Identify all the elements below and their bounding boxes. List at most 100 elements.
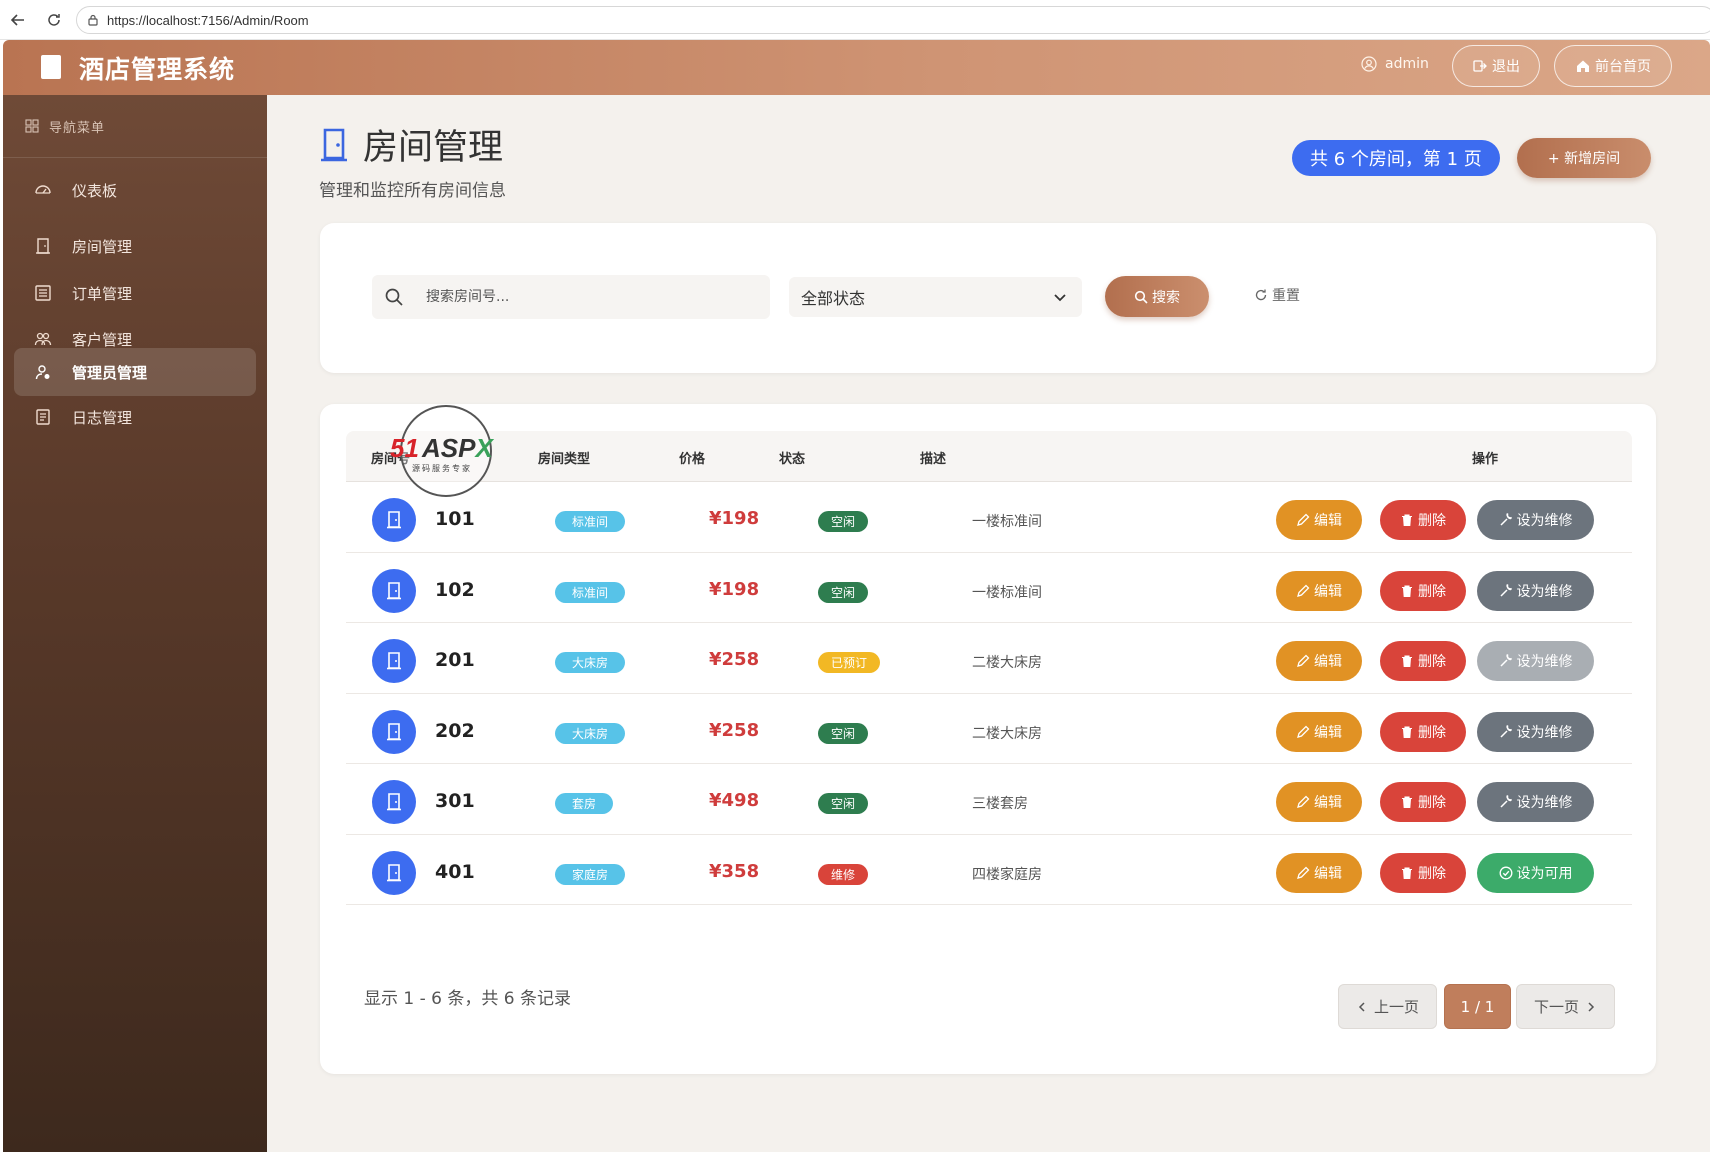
wrench-icon <box>1499 724 1513 739</box>
room-avatar <box>372 498 416 542</box>
delete-button[interactable]: 删除 <box>1380 641 1466 681</box>
delete-button[interactable]: 删除 <box>1380 500 1466 540</box>
col-room-type: 房间类型 <box>538 452 591 467</box>
delete-button[interactable]: 删除 <box>1380 570 1466 611</box>
door-icon <box>385 792 403 812</box>
delete-button[interactable]: 删除 <box>1380 711 1466 752</box>
user-icon <box>1361 56 1377 72</box>
wrench-icon <box>1499 654 1513 668</box>
room-price: ¥258 <box>709 719 760 741</box>
delete-button[interactable]: 删除 <box>1380 852 1466 893</box>
sidebar-item-logs[interactable]: 日志管理 <box>14 393 256 441</box>
edit-button[interactable]: 编辑 <box>1276 500 1362 540</box>
room-price: ¥198 <box>709 578 760 600</box>
watermark-brand-number: 51 <box>390 433 419 463</box>
prev-page-button[interactable]: 上一页 <box>1338 984 1437 1029</box>
current-user: admin <box>1361 56 1429 72</box>
room-description: 二楼大床房 <box>972 655 1042 671</box>
pencil-icon <box>1296 584 1310 598</box>
room-description: 一楼标准间 <box>972 584 1042 601</box>
watermark-brand-text: ASPX <box>422 433 493 463</box>
sidebar: 导航菜单 仪表板 房间管理 订单管理 客户管理 管理员管理 日志管理 <box>3 95 267 1152</box>
customers-icon <box>34 330 52 348</box>
edit-button[interactable]: 编辑 <box>1276 852 1362 893</box>
edit-button[interactable]: 编辑 <box>1276 782 1362 822</box>
room-price: ¥258 <box>709 649 760 670</box>
page-heading: 房间管理 管理和监控所有房间信息 <box>319 119 506 201</box>
room-type-badge: 大床房 <box>555 722 626 744</box>
reload-icon[interactable] <box>42 8 66 32</box>
table-row: 202 大床房 ¥258 空闲 二楼大床房 编辑 删除 设为维修 <box>346 694 1632 764</box>
hotel-logo-icon <box>41 55 61 79</box>
back-icon[interactable] <box>6 8 30 32</box>
edit-button[interactable]: 编辑 <box>1276 570 1362 611</box>
reset-button[interactable]: 重置 <box>1254 285 1300 305</box>
room-description: 三楼套房 <box>972 796 1028 812</box>
set-maintenance-button[interactable]: 设为维修 <box>1477 641 1594 681</box>
edit-button[interactable]: 编辑 <box>1276 641 1362 681</box>
trash-icon <box>1400 795 1414 809</box>
set-maintenance-button[interactable]: 设为维修 <box>1477 711 1594 752</box>
trash-icon <box>1400 866 1414 880</box>
table-row: 301 套房 ¥498 空闲 三楼套房 编辑 删除 设为维修 <box>346 764 1632 835</box>
room-number: 101 <box>435 508 475 530</box>
room-number: 202 <box>435 719 475 742</box>
add-room-button[interactable]: + 新增房间 <box>1517 138 1651 178</box>
search-button[interactable]: 搜索 <box>1105 276 1209 317</box>
front-home-button[interactable]: 前台首页 <box>1554 45 1672 87</box>
table-row: 102 标准间 ¥198 空闲 一楼标准间 编辑 删除 设为维修 <box>346 553 1632 623</box>
search-field[interactable] <box>372 275 770 319</box>
pencil-icon <box>1296 654 1310 668</box>
room-table: 房间号 房间类型 价格 状态 描述 操作 101 标准间 ¥198 空闲 一楼标准间 编辑… <box>320 404 1656 1074</box>
room-type-badge: 大床房 <box>555 652 626 673</box>
search-panel: 全部状态 搜索 重置 <box>320 223 1656 373</box>
set-available-button[interactable]: 设为可用 <box>1477 852 1594 893</box>
app-header: 酒店管理系统 admin 退出 前台首页 <box>3 40 1710 95</box>
edit-button[interactable]: 编辑 <box>1276 711 1362 752</box>
sidebar-item-admins[interactable]: 管理员管理 <box>14 348 256 396</box>
room-price: ¥358 <box>709 860 760 882</box>
door-icon <box>34 237 52 255</box>
sidebar-item-dashboard[interactable]: 仪表板 <box>14 166 256 214</box>
door-icon <box>385 722 403 742</box>
browser-toolbar: https://localhost:7156/Admin/Room <box>0 0 1710 40</box>
door-icon <box>385 863 403 883</box>
door-icon <box>385 581 403 601</box>
table-row: 401 家庭房 ¥358 维修 四楼家庭房 编辑 删除 设为可用 <box>346 835 1632 905</box>
door-icon <box>385 651 403 671</box>
address-bar[interactable]: https://localhost:7156/Admin/Room <box>76 6 1710 34</box>
order-icon <box>34 284 52 302</box>
search-input[interactable] <box>426 289 726 305</box>
room-number: 102 <box>435 578 475 601</box>
room-price: ¥498 <box>709 790 760 811</box>
table-row: 101 标准间 ¥198 空闲 一楼标准间 编辑 删除 设为维修 <box>346 482 1632 553</box>
wrench-icon <box>1499 583 1513 598</box>
dashboard-icon <box>34 181 52 199</box>
username: admin <box>1385 56 1429 72</box>
set-maintenance-button[interactable]: 设为维修 <box>1477 500 1594 540</box>
door-icon <box>385 510 403 530</box>
lock-icon <box>87 14 99 26</box>
watermark-logo: 51 ASPX 源码服务专家 <box>390 405 493 497</box>
door-icon <box>319 127 349 163</box>
current-page[interactable]: 1 / 1 <box>1444 984 1511 1029</box>
wrench-icon <box>1499 513 1513 527</box>
pencil-icon <box>1296 866 1310 880</box>
chevron-down-icon <box>1052 289 1068 305</box>
trash-icon <box>1400 513 1414 527</box>
status-select[interactable]: 全部状态 <box>789 277 1082 317</box>
sidebar-item-rooms[interactable]: 房间管理 <box>14 222 256 270</box>
next-page-button[interactable]: 下一页 <box>1516 984 1615 1029</box>
sidebar-item-orders[interactable]: 订单管理 <box>14 269 256 317</box>
chevron-right-icon <box>1585 1001 1597 1013</box>
grid-icon <box>25 119 39 133</box>
main-content: 房间管理 管理和监控所有房间信息 共 6 个房间，第 1 页 + 新增房间 全部… <box>267 95 1710 1152</box>
trash-icon <box>1400 584 1414 598</box>
set-maintenance-button[interactable]: 设为维修 <box>1477 782 1594 822</box>
room-type-badge: 标准间 <box>555 511 626 532</box>
logout-button[interactable]: 退出 <box>1452 45 1540 87</box>
set-maintenance-button[interactable]: 设为维修 <box>1477 570 1594 611</box>
url-text: https://localhost:7156/Admin/Room <box>107 12 309 28</box>
delete-button[interactable]: 删除 <box>1380 782 1466 822</box>
search-icon <box>1134 290 1148 304</box>
